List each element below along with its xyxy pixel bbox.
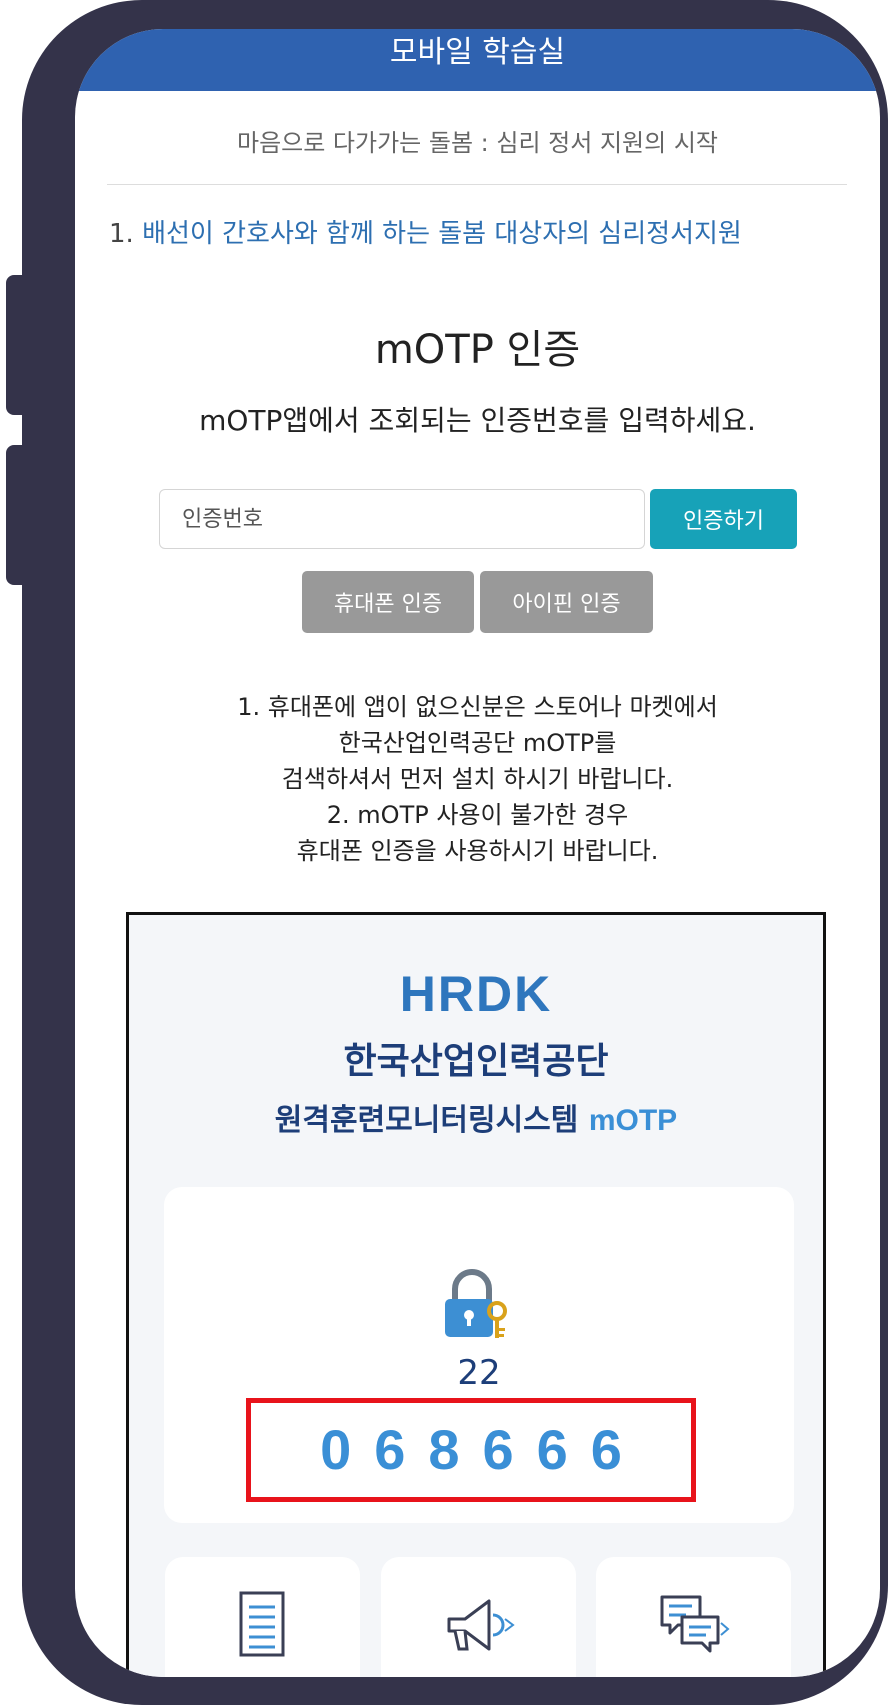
lock-key-icon — [445, 1269, 507, 1338]
document-icon — [239, 1591, 285, 1657]
verify-button[interactable]: 인증하기 — [650, 489, 797, 549]
auth-description: mOTP앱에서 조회되는 인증번호를 입력하세요. — [199, 404, 756, 437]
notice-line: 2. mOTP 사용이 불가한 경우 — [326, 801, 629, 829]
menu-tile-document — [165, 1557, 360, 1677]
course-subtitle: 마음으로 다가가는 돌봄 : 심리 정서 지원의 시작 — [236, 129, 718, 157]
chapter-title-link[interactable]: 1. 배선이 간호사와 함께 하는 돌봄 대상자의 심리정서지원 — [109, 213, 742, 250]
otp-card: 22 068666 — [164, 1187, 794, 1523]
app-bar-title: 모바일 학습실 — [75, 29, 880, 91]
otp-code: 068666 — [320, 1418, 645, 1481]
system-name: 원격훈련모니터링시스템 mOTP — [129, 1095, 823, 1139]
chat-bubbles-icon — [660, 1595, 730, 1653]
chapter-number: 1. — [109, 219, 134, 249]
notice-line: 휴대폰 인증을 사용하시기 바랍니다. — [296, 837, 659, 865]
notice-text: 1. 휴대폰에 앱이 없으신분은 스토어나 마켓에서 한국산업인력공단 mOTP… — [75, 689, 880, 869]
menu-tile-announcement — [381, 1557, 576, 1677]
menu-tile-chat — [596, 1557, 791, 1677]
phone-auth-button[interactable]: 휴대폰 인증 — [302, 571, 474, 633]
chapter-title: 배선이 간호사와 함께 하는 돌봄 대상자의 심리정서지원 — [142, 219, 742, 249]
auth-title: mOTP 인증 — [374, 327, 581, 373]
otp-timer: 22 — [457, 1353, 501, 1393]
motp-app-screenshot: HRDK 한국산업인력공단 원격훈련모니터링시스템 mOTP 22 068666 — [126, 912, 826, 1677]
phone-screen: 모바일 학습실 마음으로 다가가는 돌봄 : 심리 정서 지원의 시작 1. 배… — [75, 29, 880, 1677]
auth-code-input[interactable] — [159, 489, 645, 549]
megaphone-icon — [447, 1599, 515, 1651]
divider — [107, 184, 847, 185]
notice-line: 검색하셔서 먼저 설치 하시기 바랍니다. — [281, 765, 674, 793]
system-name-text: 원격훈련모니터링시스템 — [274, 1103, 579, 1138]
notice-line: 1. 휴대폰에 앱이 없으신분은 스토어나 마켓에서 — [237, 693, 718, 721]
otp-highlight-box: 068666 — [246, 1398, 696, 1502]
hrdk-logo: HRDK — [399, 966, 553, 1022]
org-name: 한국산업인력공단 — [343, 1041, 609, 1082]
notice-line: 한국산업인력공단 mOTP를 — [338, 729, 617, 757]
system-name-suffix: mOTP — [588, 1104, 678, 1137]
phone-frame: 모바일 학습실 마음으로 다가가는 돌봄 : 심리 정서 지원의 시작 1. 배… — [22, 0, 888, 1705]
ipin-auth-button[interactable]: 아이핀 인증 — [480, 571, 653, 633]
